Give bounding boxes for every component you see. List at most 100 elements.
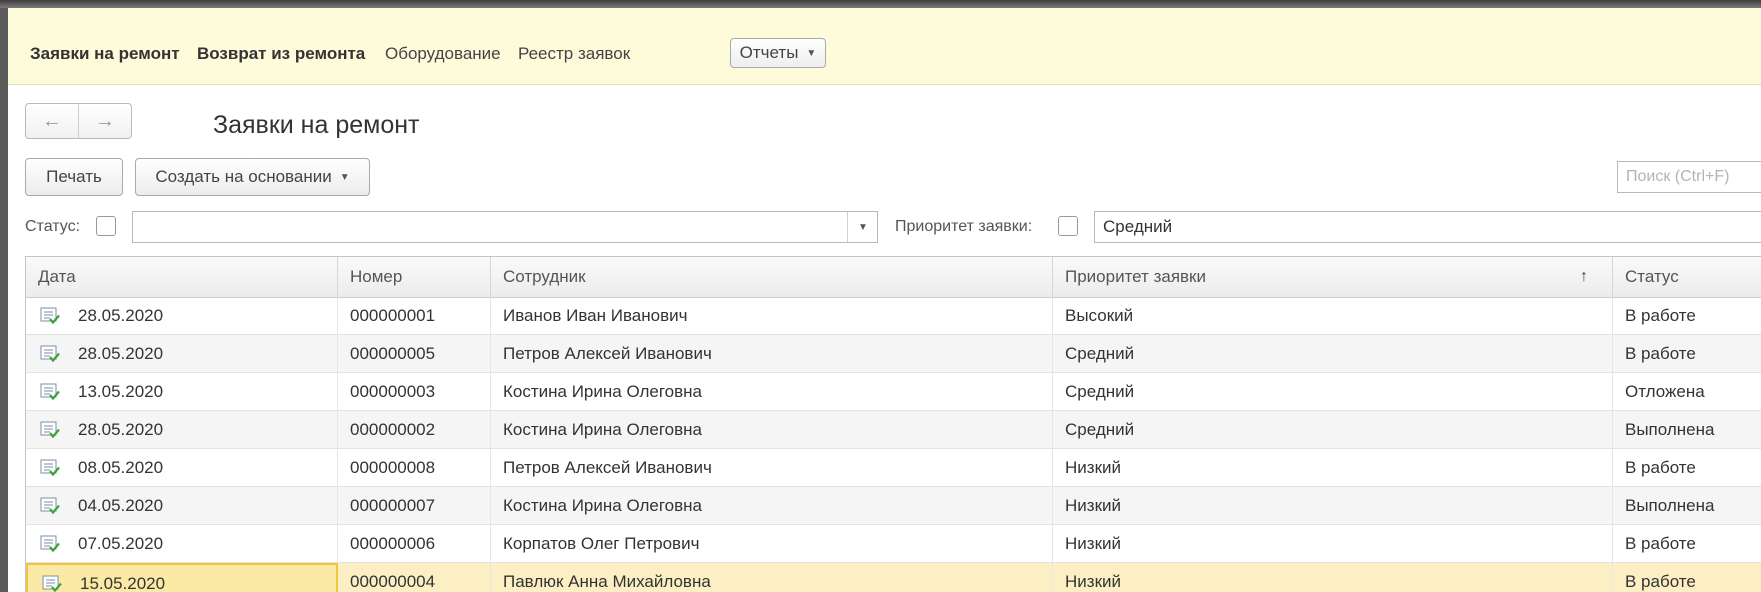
cell-employee-text: Петров Алексей Иванович (503, 458, 712, 477)
table-row[interactable]: 28.05.2020 000000001 Иванов Иван Иванович В… (26, 297, 1761, 335)
posted-document-icon (40, 421, 60, 439)
cell-priority: Высокий (1053, 297, 1613, 334)
cell-status: Выполнена (1613, 411, 1761, 448)
cell-status-text: В работе (1625, 306, 1696, 325)
cell-priority: Средний (1053, 373, 1613, 410)
back-arrow-icon[interactable]: ← (26, 104, 79, 138)
cell-status: В работе (1613, 563, 1761, 592)
table-row[interactable]: 15.05.2020 000000004 Павлюк Анна Михайловн… (26, 563, 1761, 592)
search-input[interactable] (1617, 161, 1761, 193)
cell-number-text: 000000008 (350, 458, 436, 477)
cell-date: 28.05.2020 (26, 297, 338, 334)
cell-priority-text: Низкий (1065, 458, 1121, 477)
cell-employee-text: Павлюк Анна Михайловна (503, 572, 711, 591)
status-filter-label: Статус: (25, 218, 81, 235)
table-row[interactable]: 28.05.2020 000000005 Петров Алексей Иванов… (26, 335, 1761, 373)
cell-priority: Низкий (1053, 449, 1613, 486)
cell-employee-text: Иванов Иван Иванович (503, 306, 688, 325)
cell-number: 000000005 (338, 335, 491, 372)
app-window: Заявки на ремонт Возврат из ремонта Обор… (8, 8, 1761, 592)
section-equipment[interactable]: Оборудование (385, 44, 501, 64)
cell-date-text: 13.05.2020 (78, 382, 164, 401)
cell-number-text: 000000004 (350, 572, 436, 591)
cell-date-text: 15.05.2020 (80, 574, 166, 592)
column-header-priority-label: Приоритет заявки (1065, 267, 1206, 286)
cell-number-text: 000000005 (350, 344, 436, 363)
table-body: 28.05.2020 000000001 Иванов Иван Иванович В… (26, 297, 1761, 592)
cell-employee: Костина Ирина Олеговна (491, 411, 1053, 448)
print-button-label: Печать (46, 167, 102, 186)
column-header-status[interactable]: Статус (1613, 257, 1761, 297)
table-row[interactable]: 28.05.2020 000000002 Костина Ирина Олеговн… (26, 411, 1761, 449)
cell-date: 13.05.2020 (26, 373, 338, 410)
forward-arrow-icon[interactable]: → (79, 104, 131, 138)
cell-employee: Петров Алексей Иванович (491, 335, 1053, 372)
cell-date-text: 28.05.2020 (78, 306, 164, 325)
table-row[interactable]: 08.05.2020 000000008 Петров Алексей Иванов… (26, 449, 1761, 487)
cell-number: 000000006 (338, 525, 491, 562)
posted-document-icon (40, 459, 60, 477)
create-based-on-button[interactable]: Создать на основании ▼ (135, 158, 370, 196)
cell-status-text: Выполнена (1625, 496, 1715, 515)
cell-status: Отложена (1613, 373, 1761, 410)
cell-date: 04.05.2020 (26, 487, 338, 524)
cell-number-text: 000000003 (350, 382, 436, 401)
priority-filter-value: Средний (1103, 217, 1173, 236)
cell-employee: Павлюк Анна Михайловна (491, 563, 1053, 592)
cell-date: 15.05.2020 (26, 563, 338, 592)
cell-date-text: 28.05.2020 (78, 344, 164, 363)
table-row[interactable]: 13.05.2020 000000003 Костина Ирина Олеговн… (26, 373, 1761, 411)
window-top-border (0, 0, 1761, 8)
cell-priority-text: Низкий (1065, 496, 1121, 515)
cell-date: 08.05.2020 (26, 449, 338, 486)
cell-date-text: 04.05.2020 (78, 496, 164, 515)
cell-status: В работе (1613, 525, 1761, 562)
priority-filter-checkbox[interactable] (1058, 216, 1078, 236)
cell-number-text: 000000007 (350, 496, 436, 515)
cell-date-text: 08.05.2020 (78, 458, 164, 477)
section-repair-requests[interactable]: Заявки на ремонт (30, 44, 180, 64)
cell-status-text: В работе (1625, 534, 1696, 553)
chevron-down-icon: ▼ (339, 171, 350, 183)
section-request-registry[interactable]: Реестр заявок (518, 44, 630, 64)
chevron-down-icon: ▼ (806, 47, 817, 59)
column-header-number[interactable]: Номер (338, 257, 491, 297)
cell-employee: Костина Ирина Олеговна (491, 487, 1053, 524)
cell-date-text: 28.05.2020 (78, 420, 164, 439)
cell-number: 000000002 (338, 411, 491, 448)
cell-employee-text: Корпатов Олег Петрович (503, 534, 700, 553)
status-dropdown-icon[interactable]: ▼ (847, 212, 878, 242)
cell-employee-text: Костина Ирина Олеговна (503, 496, 703, 515)
cell-number-text: 000000006 (350, 534, 436, 553)
cell-priority: Низкий (1053, 525, 1613, 562)
posted-document-icon (40, 345, 60, 363)
cell-number-text: 000000002 (350, 420, 436, 439)
cell-priority-text: Средний (1065, 420, 1135, 439)
print-button[interactable]: Печать (25, 158, 123, 196)
cell-status: В работе (1613, 297, 1761, 334)
status-filter-field[interactable] (132, 211, 878, 243)
cell-status-text: Выполнена (1625, 420, 1715, 439)
table-row[interactable]: 07.05.2020 000000006 Корпатов Олег Петрови… (26, 525, 1761, 563)
column-header-employee[interactable]: Сотрудник (491, 257, 1053, 297)
cell-date: 07.05.2020 (26, 525, 338, 562)
cell-priority-text: Низкий (1065, 534, 1121, 553)
cell-status-text: В работе (1625, 458, 1696, 477)
create-based-on-label: Создать на основании (155, 167, 332, 186)
priority-filter-field[interactable]: Средний (1094, 211, 1761, 243)
reports-label: Отчеты (739, 43, 799, 62)
cell-number-text: 000000001 (350, 306, 436, 325)
cell-priority-text: Средний (1065, 382, 1135, 401)
cell-priority: Низкий (1053, 563, 1613, 592)
column-header-date[interactable]: Дата (26, 257, 338, 297)
table-row[interactable]: 04.05.2020 000000007 Костина Ирина Олеговн… (26, 487, 1761, 525)
cell-priority-text: Высокий (1065, 306, 1134, 325)
status-filter-checkbox[interactable] (96, 216, 116, 236)
cell-employee-text: Костина Ирина Олеговна (503, 382, 703, 401)
section-return-from-repair[interactable]: Возврат из ремонта (197, 44, 365, 64)
cell-number: 000000004 (338, 563, 491, 592)
column-header-priority[interactable]: Приоритет заявки ↑ (1053, 257, 1613, 297)
cell-number: 000000007 (338, 487, 491, 524)
reports-menu-button[interactable]: Отчеты ▼ (730, 38, 826, 68)
posted-document-icon (40, 307, 60, 325)
